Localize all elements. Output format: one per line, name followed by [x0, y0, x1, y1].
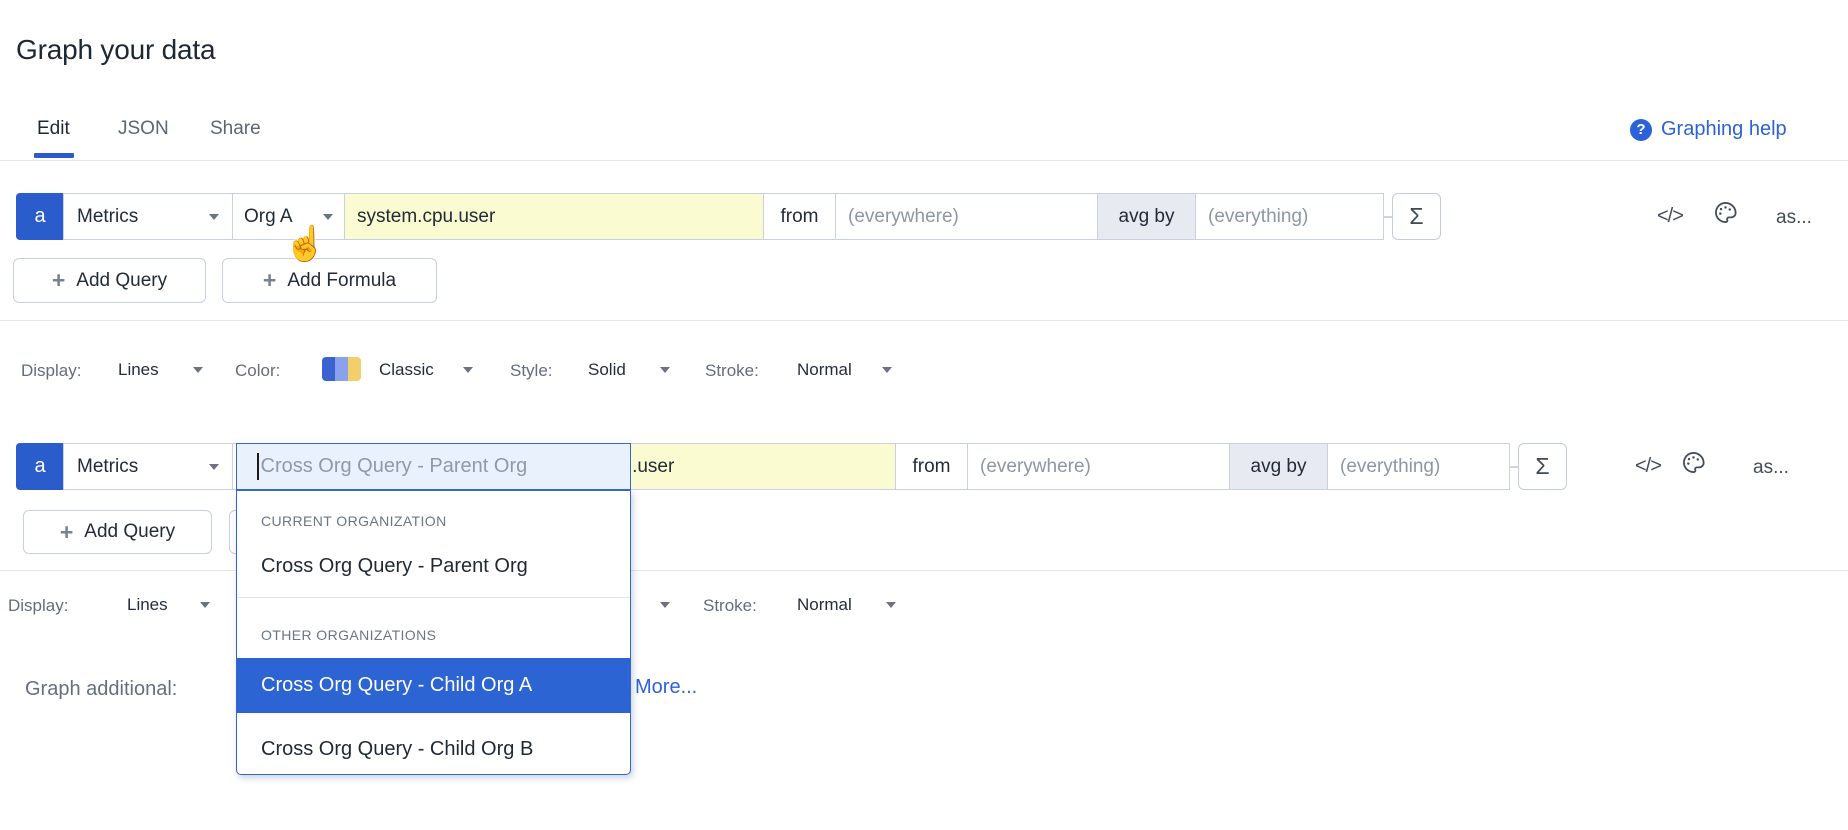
add-formula-button[interactable]: + Add Formula — [222, 258, 437, 303]
tab-json[interactable]: JSON — [118, 118, 169, 140]
query-letter-badge[interactable]: a — [16, 193, 64, 240]
active-tab-underline — [34, 153, 74, 158]
alias-as-button[interactable]: as... — [1753, 457, 1789, 479]
add-query-label: Add Query — [76, 270, 167, 292]
metric-query-input[interactable]: system.cpu.user — [344, 193, 764, 240]
display-label: Display: — [8, 596, 68, 616]
query-row-1: a Metrics Org A system.cpu.user from (ev… — [16, 193, 1441, 240]
aggregator-select[interactable]: avg by — [1229, 443, 1328, 490]
dropdown-separator — [237, 597, 630, 598]
stroke-label: Stroke: — [705, 361, 759, 381]
tab-edit[interactable]: Edit — [37, 118, 70, 140]
chevron-down-icon[interactable] — [200, 602, 210, 608]
graph-additional-label: Graph additional: — [25, 678, 177, 701]
code-icon[interactable]: </> — [1635, 455, 1661, 478]
mouse-cursor-hand-icon: ☝ — [284, 224, 326, 264]
help-question-icon: ? — [1630, 119, 1652, 141]
graphing-help-label: Graphing help — [1661, 118, 1787, 141]
color-label: Color: — [235, 361, 280, 381]
display-label: Display: — [21, 361, 81, 381]
chevron-down-icon[interactable] — [660, 367, 670, 373]
add-query-label: Add Query — [84, 521, 175, 543]
color-swatch[interactable] — [322, 357, 361, 381]
dropdown-item-child-org-b[interactable]: Cross Org Query - Child Org B — [237, 729, 630, 769]
groupby-input[interactable]: (everything) — [1327, 443, 1510, 490]
palette-icon[interactable] — [1712, 199, 1739, 231]
tabs-divider — [0, 160, 1848, 161]
source-select[interactable]: Metrics — [63, 193, 233, 240]
chevron-down-icon[interactable] — [882, 367, 892, 373]
source-select-value: Metrics — [77, 206, 138, 228]
code-icon[interactable]: </> — [1657, 205, 1683, 228]
connector-line — [1384, 216, 1392, 218]
tab-share[interactable]: Share — [210, 118, 261, 140]
source-select-value: Metrics — [77, 456, 138, 478]
add-formula-label: Add Formula — [287, 270, 396, 292]
stroke-select[interactable]: Normal — [797, 595, 852, 615]
org-search-placeholder: Cross Org Query - Parent Org — [261, 455, 528, 478]
sigma-function-button[interactable]: Σ — [1518, 443, 1567, 490]
chevron-down-icon[interactable] — [463, 367, 473, 373]
stroke-label: Stroke: — [703, 596, 757, 616]
page-title: Graph your data — [16, 34, 215, 66]
from-label: from — [763, 193, 836, 240]
plus-icon: + — [263, 269, 276, 292]
org-search-input[interactable]: Cross Org Query - Parent Org — [236, 443, 631, 490]
stroke-select[interactable]: Normal — [797, 360, 852, 380]
palette-icon[interactable] — [1680, 449, 1707, 481]
groupby-input[interactable]: (everything) — [1195, 193, 1384, 240]
chevron-down-icon[interactable] — [193, 367, 203, 373]
add-query-button[interactable]: + Add Query — [13, 258, 206, 303]
sigma-function-button[interactable]: Σ — [1392, 193, 1441, 240]
chevron-down-icon — [209, 464, 219, 470]
connector-line — [1510, 466, 1518, 468]
chevron-down-icon[interactable] — [660, 602, 670, 608]
style-select[interactable]: Solid — [588, 360, 626, 380]
dropdown-item-parent-org[interactable]: Cross Org Query - Parent Org — [237, 546, 630, 586]
style-label: Style: — [510, 361, 553, 381]
display-type-select[interactable]: Lines — [127, 595, 168, 615]
color-scheme-select[interactable]: Classic — [379, 360, 434, 380]
source-select[interactable]: Metrics — [63, 443, 233, 490]
from-label: from — [895, 443, 968, 490]
add-query-button[interactable]: + Add Query — [23, 510, 212, 554]
plus-icon: + — [52, 269, 65, 292]
swatch-blue — [322, 357, 335, 381]
chevron-down-icon[interactable] — [886, 602, 896, 608]
scope-input[interactable]: (everywhere) — [967, 443, 1230, 490]
swatch-lightblue — [335, 357, 348, 381]
text-cursor — [257, 453, 259, 480]
section-divider — [0, 320, 1848, 321]
swatch-yellow — [348, 357, 361, 381]
dropdown-section-header: CURRENT ORGANIZATION — [261, 513, 447, 529]
more-link[interactable]: More... — [635, 676, 697, 699]
query-letter-badge[interactable]: a — [16, 443, 64, 490]
chevron-down-icon — [323, 214, 333, 220]
scope-input[interactable]: (everywhere) — [835, 193, 1098, 240]
org-dropdown-panel: CURRENT ORGANIZATION Cross Org Query - P… — [236, 490, 631, 775]
alias-as-button[interactable]: as... — [1776, 207, 1812, 229]
display-type-select[interactable]: Lines — [118, 360, 159, 380]
dropdown-section-header: OTHER ORGANIZATIONS — [261, 627, 436, 643]
dropdown-item-child-org-a[interactable]: Cross Org Query - Child Org A — [237, 658, 630, 713]
plus-icon: + — [60, 521, 73, 544]
aggregator-select[interactable]: avg by — [1097, 193, 1196, 240]
graphing-help-link[interactable]: ? Graphing help — [1630, 118, 1787, 141]
graph-editor: Graph your data Edit JSON Share ? Graphi… — [0, 0, 1848, 830]
chevron-down-icon — [209, 214, 219, 220]
